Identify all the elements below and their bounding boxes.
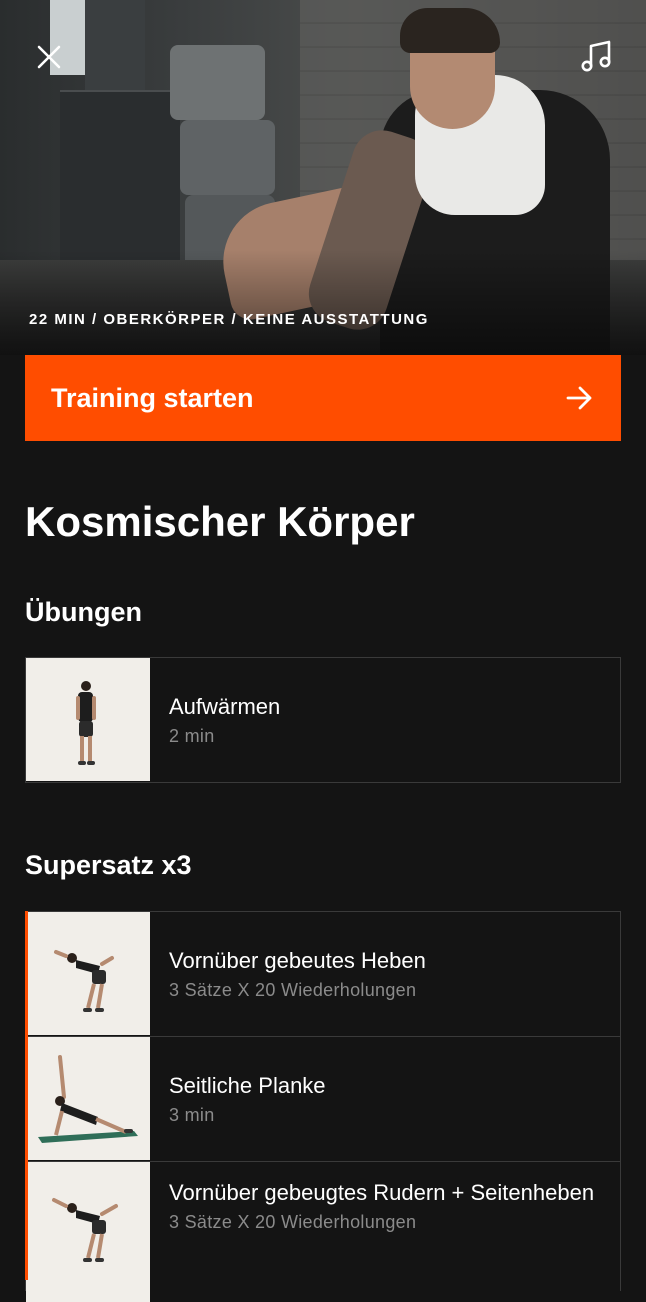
hero-stool [170,45,265,120]
list-item[interactable]: Vornüber gebeutes Heben 3 Sätze X 20 Wie… [26,912,620,1037]
exercise-name: Seitliche Planke [169,1073,326,1098]
exercise-card-warmup[interactable]: Aufwärmen 2 min [25,657,621,783]
section-title-superset: Supersatz x3 [25,850,192,880]
start-training-label: Training starten [51,382,254,413]
hero-person-hair [400,8,500,53]
exercise-name: Vornüber gebeutes Heben [169,948,426,973]
exercise-detail: 2 min [169,726,215,746]
arrow-right-icon [566,386,592,410]
music-button[interactable] [574,36,620,78]
start-training-button[interactable]: Training starten [25,355,621,441]
exercise-detail: 3 min [169,1105,215,1125]
exercise-thumbnail [26,1037,150,1160]
exercise-name: Aufwärmen [169,694,281,719]
exercise-detail: 3 Sätze X 20 Wiederholungen [169,1212,417,1232]
close-button[interactable] [30,38,68,76]
music-note-icon [581,40,611,72]
list-item[interactable]: Vornüber gebeugtes Rudern + Seitenheben … [26,1162,620,1302]
section-title-exercises: Übungen [25,597,142,627]
hero-stool [180,120,275,195]
close-icon [37,45,61,69]
superset-accent-bar [25,911,28,1280]
side-plank-figure-image [38,1055,138,1143]
bent-over-row-figure-image [52,1198,118,1262]
superset-card[interactable]: Vornüber gebeutes Heben 3 Sätze X 20 Wie… [25,911,621,1302]
hero-shadow [0,250,646,355]
exercise-detail: 3 Sätze X 20 Wiederholungen [169,980,417,1000]
list-item[interactable]: Seitliche Planke 3 min [26,1037,620,1162]
standing-figure-image [76,681,96,765]
hero-image [0,0,646,355]
exercise-thumbnail [26,1162,150,1302]
workout-title: Kosmischer Körper [25,498,415,545]
workout-meta: 22 MIN / OBERKÖRPER / KEINE AUSSTATTUNG [29,311,429,328]
bent-over-figure-image [54,950,114,1012]
exercise-name: Vornüber gebeugtes Rudern + Seitenheben [169,1180,595,1205]
list-item[interactable]: Aufwärmen 2 min [26,658,620,782]
exercise-thumbnail [26,658,150,781]
exercise-thumbnail [26,912,150,1035]
